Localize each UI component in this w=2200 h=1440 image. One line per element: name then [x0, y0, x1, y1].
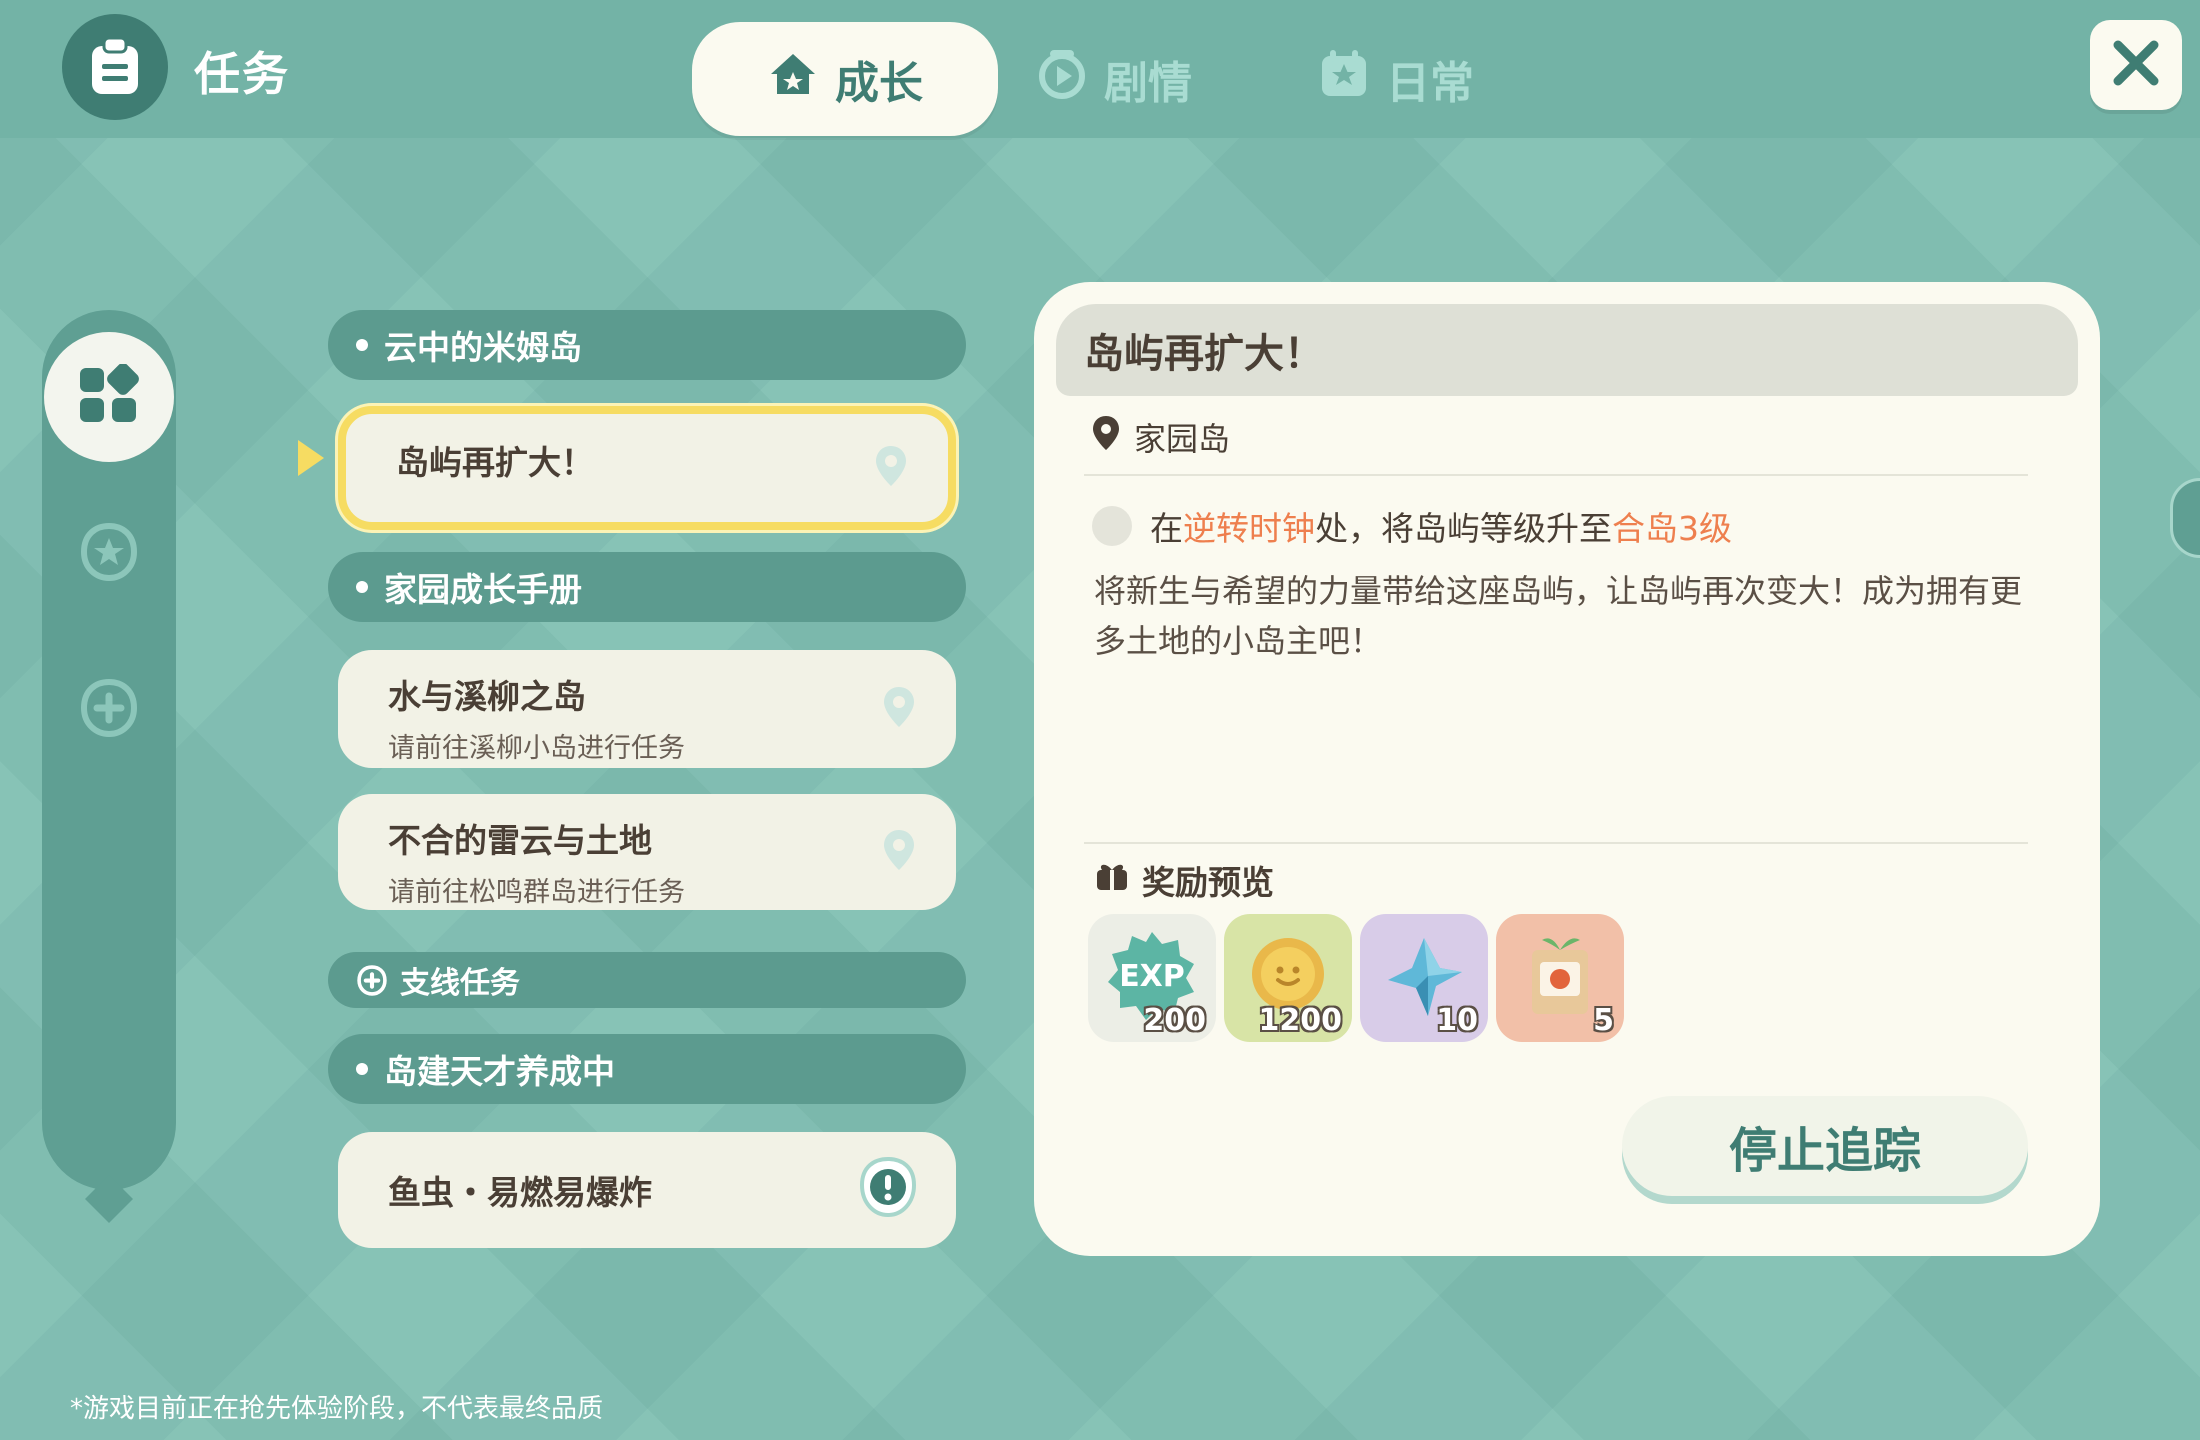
quest-item[interactable]: 不合的雷云与土地 请前往松鸣群岛进行任务: [338, 794, 956, 910]
tab-daily-label: 日常: [1386, 58, 1474, 109]
sidebar-end-ornament: [74, 1166, 144, 1236]
tab-daily[interactable]: 日常: [1318, 22, 1474, 136]
reward-qty: 10: [1436, 1003, 1478, 1038]
quest-group-header[interactable]: 岛建天才养成中: [328, 1034, 966, 1104]
map-pin-icon: [874, 444, 908, 492]
play-icon: [1036, 48, 1088, 111]
tab-growth[interactable]: 成长: [692, 22, 998, 136]
reward-preview-label: 奖励预览: [1094, 856, 1274, 904]
quest-group-title: 家园成长手册: [384, 570, 582, 609]
quest-item-title: 不合的雷云与土地: [388, 821, 652, 860]
side-quest-section-title: 支线任务: [400, 966, 520, 1001]
quest-group-header[interactable]: 云中的米姆岛: [328, 310, 966, 380]
reward-preview-title: 奖励预览: [1142, 863, 1274, 902]
bullet-dot: [356, 339, 368, 351]
svg-text:EXP: EXP: [1119, 959, 1185, 994]
reward-coin[interactable]: 1200: [1224, 914, 1352, 1042]
quest-description: 将新生与希望的力量带给这座岛屿，让岛屿再次变大！成为拥有更多土地的小岛主吧！: [1094, 572, 2023, 660]
alert-badge-icon: [859, 1156, 917, 1223]
reward-seed-pack[interactable]: 5: [1496, 914, 1624, 1042]
house-icon: [767, 48, 819, 111]
quest-item[interactable]: 鱼虫・易燃易爆炸: [338, 1132, 956, 1248]
side-quest-section-header[interactable]: 支线任务: [328, 952, 966, 1008]
quest-location: 家园岛: [1092, 414, 1230, 460]
quest-item[interactable]: 水与溪柳之岛 请前往溪柳小岛进行任务: [338, 650, 956, 768]
reward-qty: 1200: [1258, 1003, 1343, 1038]
plus-badge-icon: [78, 676, 140, 742]
quest-detail-title: 岛屿再扩大！: [1056, 304, 2078, 396]
close-button[interactable]: [2090, 20, 2182, 110]
quest-group-title: 云中的米姆岛: [384, 328, 582, 367]
task-app-icon: [62, 14, 168, 120]
reward-exp[interactable]: EXP 200: [1088, 914, 1216, 1042]
stop-tracking-button[interactable]: 停止追踪: [1622, 1096, 2028, 1196]
tab-story[interactable]: 剧情: [1036, 22, 1192, 136]
objective-prefix: 在: [1150, 509, 1183, 548]
page-title: 任务: [194, 47, 290, 101]
quest-item-title: 鱼虫・易燃易爆炸: [388, 1173, 652, 1212]
grid-icon: [78, 363, 140, 430]
objective-highlight-location[interactable]: 逆转时钟: [1183, 502, 1315, 550]
bullet-dot: [356, 1063, 368, 1075]
sidebar-item-all[interactable]: [44, 332, 174, 462]
reward-qty: 5: [1593, 1003, 1614, 1038]
star-calendar-icon: [1318, 48, 1370, 111]
selection-arrow-icon: [298, 440, 324, 476]
early-access-footnote: *游戏目前正在抢先体验阶段，不代表最终品质: [70, 1394, 604, 1424]
reward-qty: 200: [1143, 1003, 1206, 1038]
gift-icon: [1094, 860, 1130, 900]
map-pin-icon: [882, 685, 916, 733]
quest-group-header[interactable]: 家园成长手册: [328, 552, 966, 622]
quest-item-subtitle: 请前往溪柳小岛进行任务: [388, 733, 685, 764]
sidebar-item-side[interactable]: [74, 674, 144, 744]
reward-crystal[interactable]: 10: [1360, 914, 1488, 1042]
objective-middle: 处，将岛屿等级升至: [1315, 509, 1612, 548]
divider: [1084, 474, 2028, 476]
plus-badge-icon: [356, 964, 388, 996]
quest-item-subtitle: 请前往松鸣群岛进行任务: [388, 877, 685, 908]
tab-growth-label: 成长: [835, 58, 923, 109]
objective-highlight-target: 合岛3级: [1612, 509, 1732, 548]
sidebar-item-main[interactable]: [74, 518, 144, 588]
divider: [1084, 842, 2028, 844]
bullet-dot: [356, 581, 368, 593]
quest-item-title: 岛屿再扩大！: [396, 443, 594, 482]
tab-story-label: 剧情: [1104, 58, 1192, 109]
objective-checkbox: [1092, 506, 1132, 546]
quest-item-title: 水与溪柳之岛: [388, 677, 586, 716]
map-pin-icon: [882, 828, 916, 876]
diamond-icon: [81, 1171, 137, 1231]
location-label: 家园岛: [1134, 420, 1231, 458]
quest-group-title: 岛建天才养成中: [384, 1052, 615, 1091]
quest-item-selected[interactable]: 岛屿再扩大！: [338, 406, 956, 530]
star-badge-icon: [78, 520, 140, 586]
quest-objective: 在 逆转时钟 处，将岛屿等级升至 合岛3级: [1092, 502, 1732, 550]
close-icon: [2110, 37, 2162, 93]
location-pin-icon: [1092, 415, 1120, 459]
